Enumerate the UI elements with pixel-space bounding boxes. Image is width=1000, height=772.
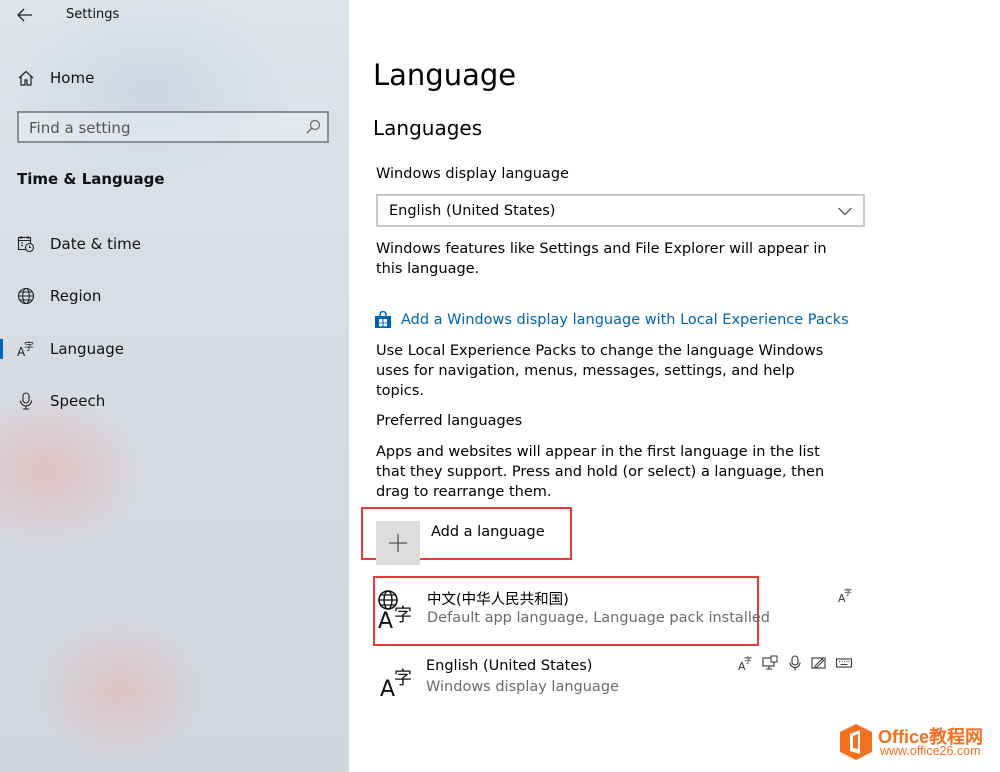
language-item-chinese[interactable]: A 字 中文(中华人民共和国) Default app language, La… [373, 576, 770, 646]
language-pack-icon: A 字 [838, 587, 852, 603]
add-language-button[interactable]: Add a language [361, 507, 572, 565]
local-experience-description: Use Local Experience Packs to change the… [376, 343, 824, 399]
sidebar-item-date-time[interactable]: Date & time [0, 226, 349, 262]
display-language-label: Windows display language [376, 166, 569, 182]
local-experience-link-text: Add a Windows display language with Loca… [401, 312, 849, 328]
add-language-label: Add a language [431, 524, 545, 540]
language-name: English (United States) [426, 658, 593, 674]
display-icon [762, 655, 778, 670]
main-content: Language Languages Windows display langu… [349, 0, 1000, 772]
page-title: Language [373, 58, 517, 92]
svg-text:字: 字 [394, 605, 412, 626]
display-language-dropdown[interactable]: English (United States) [376, 194, 865, 227]
sidebar-item-label: Speech [50, 392, 106, 410]
search-box [17, 111, 329, 143]
svg-text:字: 字 [24, 340, 34, 353]
selected-indicator [0, 339, 3, 359]
language-pack-globe-icon: A 字 [378, 590, 412, 630]
svg-text:字: 字 [744, 655, 752, 665]
svg-text:A: A [380, 677, 395, 702]
store-icon [375, 311, 391, 328]
back-button[interactable] [14, 4, 36, 26]
svg-text:字: 字 [844, 587, 852, 597]
language-icon: A 字 [16, 339, 36, 359]
search-icon[interactable] [305, 119, 321, 135]
microphone-icon [16, 391, 36, 411]
language-letter-icon: A 字 [380, 668, 412, 702]
search-input[interactable] [19, 113, 301, 143]
sidebar-section-title: Time & Language [17, 170, 165, 188]
back-arrow-icon [17, 8, 32, 22]
calendar-clock-icon [16, 234, 36, 254]
sidebar-item-label: Language [50, 340, 125, 358]
home-icon [16, 68, 36, 88]
display-language-description: Windows features like Settings and File … [376, 241, 827, 277]
app-title: Settings [66, 7, 120, 22]
office-logo-icon [840, 724, 872, 760]
display-language-value: English (United States) [389, 202, 556, 219]
sidebar-item-label: Region [50, 287, 102, 305]
preferred-languages-description: Apps and websites will appear in the fir… [376, 444, 825, 500]
nav-home[interactable]: Home [0, 62, 349, 94]
nav-home-label: Home [50, 69, 95, 87]
sidebar-item-label: Date & time [50, 235, 141, 253]
sidebar-item-speech[interactable]: Speech [0, 383, 349, 419]
watermark-url: www.office26.com [880, 744, 981, 758]
sidebar-item-language[interactable]: A 字 Language [0, 331, 349, 367]
language-pack-icon: A 字 [738, 655, 752, 671]
keyboard-icon [836, 658, 852, 668]
language-status: Default app language, Language pack inst… [427, 610, 770, 626]
svg-text:A: A [378, 609, 393, 630]
local-experience-link[interactable]: Add a Windows display language with Loca… [374, 309, 849, 331]
microphone-icon [789, 655, 801, 671]
globe-icon [16, 286, 36, 306]
plus-icon [376, 521, 420, 565]
language-status: Windows display language [426, 679, 619, 695]
chevron-down-icon [838, 207, 852, 216]
watermark: Office教程网 www.office26.com [838, 722, 998, 762]
preferred-languages-label: Preferred languages [376, 413, 523, 429]
svg-text:字: 字 [394, 668, 412, 689]
language-name: 中文(中华人民共和国) [427, 592, 569, 608]
section-title: Languages [373, 116, 483, 140]
handwriting-icon [811, 657, 826, 669]
sidebar-item-region[interactable]: Region [0, 278, 349, 314]
sidebar: Settings Home Time & Language Date & tim… [0, 0, 349, 772]
